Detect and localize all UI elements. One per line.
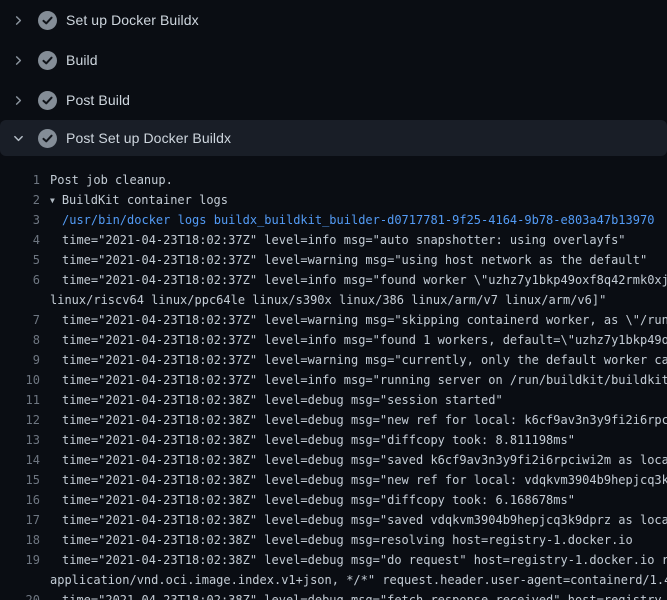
log-text: time="2021-04-23T18:02:37Z" level=warnin…: [40, 310, 667, 330]
line-number[interactable]: 18: [0, 530, 40, 550]
log-text: time="2021-04-23T18:02:38Z" level=debug …: [40, 470, 667, 490]
check-circle-icon: [38, 91, 57, 110]
log-row: 10time="2021-04-23T18:02:37Z" level=info…: [0, 370, 667, 390]
log-row: 9time="2021-04-23T18:02:37Z" level=warni…: [0, 350, 667, 370]
log-row: 1Post job cleanup.: [0, 170, 667, 190]
line-number: [0, 290, 40, 310]
log-row: 19time="2021-04-23T18:02:38Z" level=debu…: [0, 550, 667, 570]
log-row: 15time="2021-04-23T18:02:38Z" level=debu…: [0, 470, 667, 490]
log-text: time="2021-04-23T18:02:38Z" level=debug …: [40, 530, 633, 550]
step-label: Build: [66, 52, 98, 68]
line-number[interactable]: 16: [0, 490, 40, 510]
line-number[interactable]: 13: [0, 430, 40, 450]
line-number[interactable]: 12: [0, 410, 40, 430]
group-title: BuildKit container logs: [62, 193, 228, 207]
line-number[interactable]: 3: [0, 210, 40, 230]
log-row: linux/riscv64 linux/ppc64le linux/s390x …: [0, 290, 667, 310]
log-row: 20time="2021-04-23T18:02:38Z" level=debu…: [0, 590, 667, 600]
line-number[interactable]: 7: [0, 310, 40, 330]
chevron-right-icon: [11, 53, 25, 67]
log-text: time="2021-04-23T18:02:38Z" level=debug …: [40, 450, 667, 470]
log-text: Post job cleanup.: [40, 170, 173, 190]
line-number[interactable]: 11: [0, 390, 40, 410]
step-label: Set up Docker Buildx: [66, 12, 199, 28]
log-row: 11time="2021-04-23T18:02:38Z" level=debu…: [0, 390, 667, 410]
log-text: time="2021-04-23T18:02:37Z" level=info m…: [40, 370, 667, 390]
line-number[interactable]: 14: [0, 450, 40, 470]
workflow-log-panel: Set up Docker Buildx Build Post Build Post …: [0, 0, 667, 600]
log-row: 14time="2021-04-23T18:02:38Z" level=debu…: [0, 450, 667, 470]
line-number[interactable]: 19: [0, 550, 40, 570]
log-row: 5time="2021-04-23T18:02:37Z" level=warni…: [0, 250, 667, 270]
log-row: 18time="2021-04-23T18:02:38Z" level=debu…: [0, 530, 667, 550]
log-row: 2 ▼ BuildKit container logs: [0, 190, 667, 210]
line-number[interactable]: 17: [0, 510, 40, 530]
log-text: time="2021-04-23T18:02:38Z" level=debug …: [40, 590, 667, 600]
step-row[interactable]: Build: [0, 40, 667, 80]
group-toggle-icon[interactable]: ▼: [50, 191, 55, 211]
line-number[interactable]: 15: [0, 470, 40, 490]
check-circle-icon: [38, 129, 57, 148]
log-text: time="2021-04-23T18:02:38Z" level=debug …: [40, 490, 575, 510]
line-number[interactable]: 8: [0, 330, 40, 350]
check-circle-icon: [38, 51, 57, 70]
log-row: 13time="2021-04-23T18:02:38Z" level=debu…: [0, 430, 667, 450]
log-row: 17time="2021-04-23T18:02:38Z" level=debu…: [0, 510, 667, 530]
step-row[interactable]: Post Build: [0, 80, 667, 120]
line-number[interactable]: 4: [0, 230, 40, 250]
log-text: time="2021-04-23T18:02:38Z" level=debug …: [40, 550, 667, 570]
log-text: time="2021-04-23T18:02:37Z" level=info m…: [40, 270, 667, 290]
log-text: time="2021-04-23T18:02:37Z" level=warnin…: [40, 250, 647, 270]
log-row: 12time="2021-04-23T18:02:38Z" level=debu…: [0, 410, 667, 430]
line-number[interactable]: 2: [0, 190, 40, 210]
log-text: linux/riscv64 linux/ppc64le linux/s390x …: [40, 290, 606, 310]
line-number[interactable]: 6: [0, 270, 40, 290]
log-row: 16time="2021-04-23T18:02:38Z" level=debu…: [0, 490, 667, 510]
log-row: 4time="2021-04-23T18:02:37Z" level=info …: [0, 230, 667, 250]
step-row[interactable]: Set up Docker Buildx: [0, 0, 667, 40]
log-text: time="2021-04-23T18:02:37Z" level=info m…: [40, 330, 667, 350]
log-text: time="2021-04-23T18:02:38Z" level=debug …: [40, 410, 667, 430]
log-row: application/vnd.oci.image.index.v1+json,…: [0, 570, 667, 590]
line-number: [0, 570, 40, 590]
log-text: time="2021-04-23T18:02:38Z" level=debug …: [40, 390, 503, 410]
log-row: 6time="2021-04-23T18:02:37Z" level=info …: [0, 270, 667, 290]
log-text: time="2021-04-23T18:02:37Z" level=warnin…: [40, 350, 667, 370]
line-number[interactable]: 5: [0, 250, 40, 270]
step-label: Post Build: [66, 92, 130, 108]
log-text[interactable]: ▼ BuildKit container logs: [40, 190, 228, 210]
log-text: time="2021-04-23T18:02:38Z" level=debug …: [40, 430, 575, 450]
chevron-right-icon: [11, 93, 25, 107]
step-row[interactable]: Post Set up Docker Buildx: [0, 120, 667, 156]
line-number[interactable]: 1: [0, 170, 40, 190]
chevron-down-icon: [11, 131, 25, 145]
chevron-right-icon: [11, 13, 25, 27]
command-text: /usr/bin/docker logs buildx_buildkit_bui…: [40, 210, 654, 230]
log-text: application/vnd.oci.image.index.v1+json,…: [40, 570, 667, 590]
steps-list: Set up Docker Buildx Build Post Build Post …: [0, 0, 667, 156]
line-number[interactable]: 9: [0, 350, 40, 370]
log-row: 7time="2021-04-23T18:02:37Z" level=warni…: [0, 310, 667, 330]
log-text: time="2021-04-23T18:02:38Z" level=debug …: [40, 510, 667, 530]
step-label: Post Set up Docker Buildx: [66, 130, 231, 146]
log-area: 1Post job cleanup.2 ▼ BuildKit container l…: [0, 170, 667, 600]
log-text: time="2021-04-23T18:02:37Z" level=info m…: [40, 230, 626, 250]
check-circle-icon: [38, 11, 57, 30]
log-row: 8time="2021-04-23T18:02:37Z" level=info …: [0, 330, 667, 350]
log-row: 3/usr/bin/docker logs buildx_buildkit_bu…: [0, 210, 667, 230]
line-number[interactable]: 10: [0, 370, 40, 390]
line-number[interactable]: 20: [0, 590, 40, 600]
